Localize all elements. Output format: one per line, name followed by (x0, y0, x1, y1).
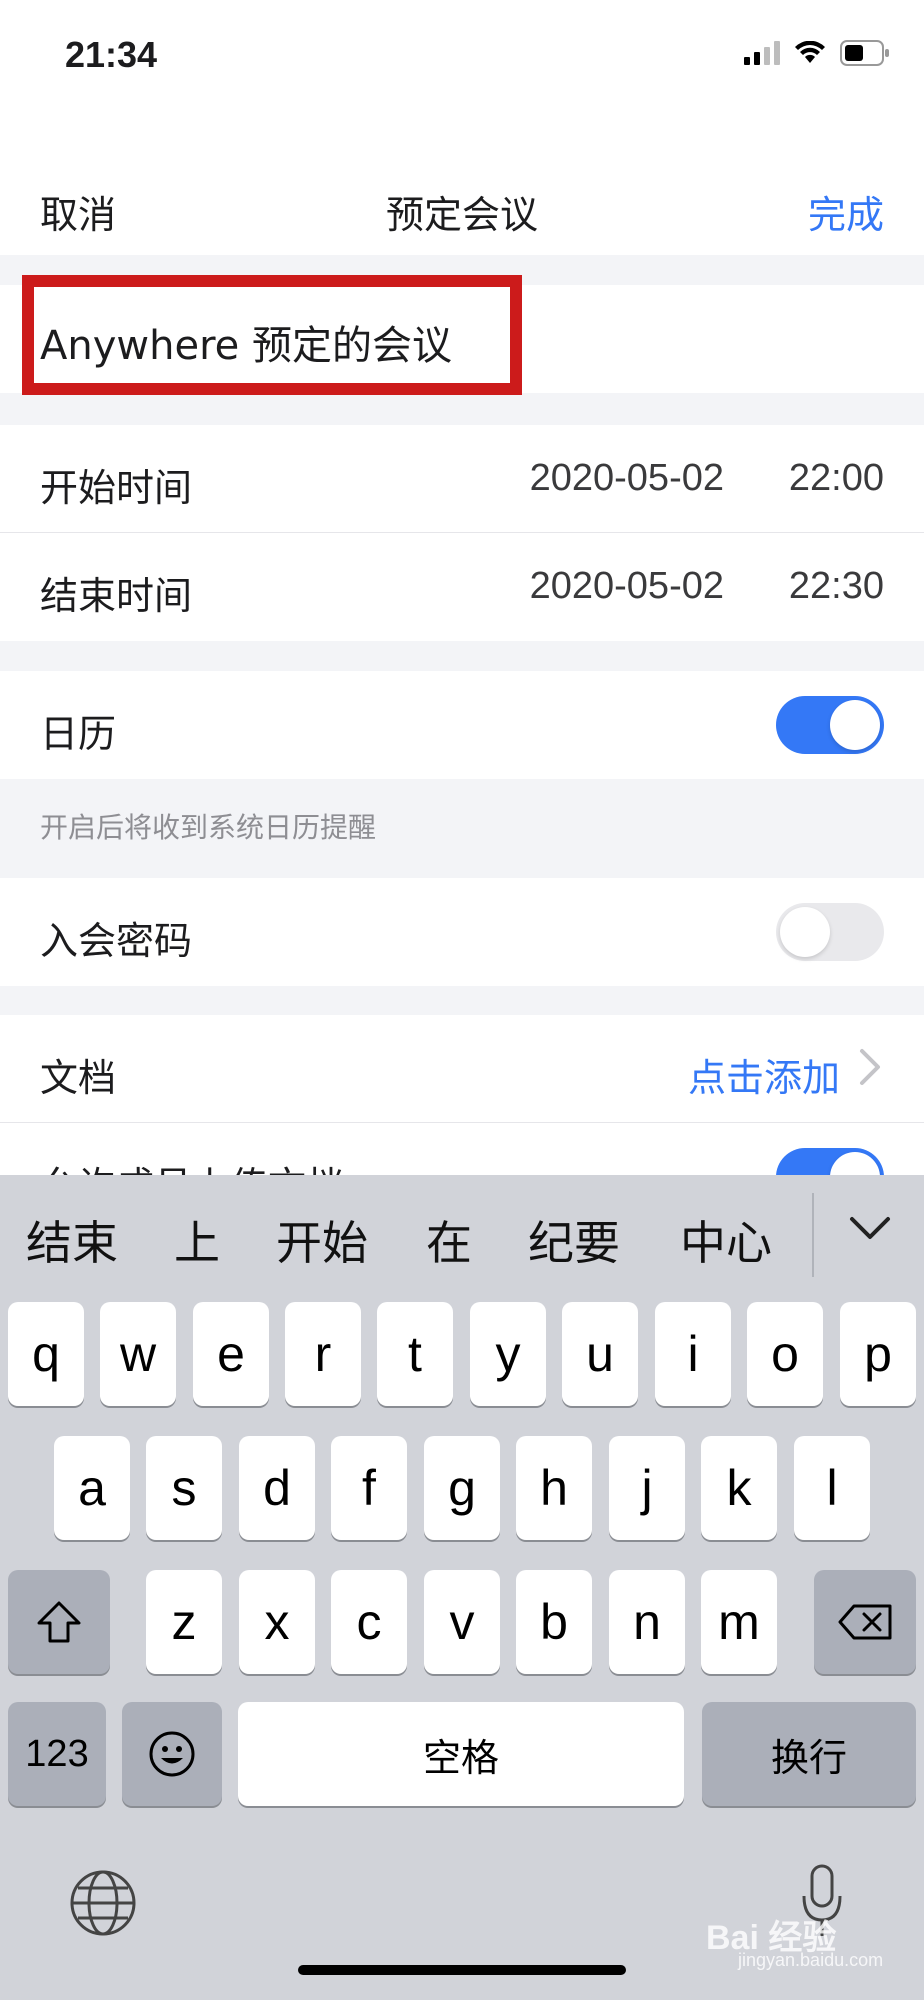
chevron-right-icon (860, 1049, 880, 1085)
shift-icon (37, 1601, 81, 1643)
nav-bar: 取消 预定会议 完成 (0, 120, 924, 255)
key-d[interactable]: d (239, 1436, 315, 1540)
home-indicator (298, 1965, 626, 1975)
start-time-row[interactable]: 开始时间 2020-05-02 22:00 (0, 425, 924, 533)
globe-icon[interactable] (68, 1868, 138, 1938)
candidate-word[interactable]: 上 (174, 1207, 220, 1273)
key-g[interactable]: g (424, 1436, 500, 1540)
shift-key[interactable] (8, 1570, 110, 1674)
annotation-highlight-box (22, 275, 522, 395)
emoji-icon (149, 1731, 195, 1777)
delete-key[interactable] (814, 1570, 916, 1674)
done-button[interactable]: 完成 (808, 184, 884, 239)
baidu-watermark-url: jingyan.baidu.com (738, 1950, 884, 1970)
password-label: 入会密码 (40, 919, 193, 963)
chevron-down-icon[interactable] (848, 1213, 892, 1243)
key-y[interactable]: y (470, 1302, 546, 1406)
calendar-row: 日历 (0, 671, 924, 779)
status-time: 21:34 (65, 34, 158, 75)
end-time-label: 结束时间 (40, 574, 193, 618)
calendar-hint: 开启后将收到系统日历提醒 (40, 811, 377, 844)
key-k[interactable]: k (701, 1436, 777, 1540)
end-time-row[interactable]: 结束时间 2020-05-02 22:30 (0, 533, 924, 641)
documents-label: 文档 (40, 1056, 117, 1100)
candidate-word[interactable]: 在 (426, 1207, 472, 1273)
calendar-toggle[interactable] (776, 696, 884, 754)
key-v[interactable]: v (424, 1570, 500, 1674)
return-key[interactable]: 换行 (702, 1702, 916, 1806)
calendar-label: 日历 (40, 712, 117, 756)
start-time-label: 开始时间 (40, 466, 193, 510)
key-l[interactable]: l (794, 1436, 870, 1540)
status-bar: 21:34 (0, 0, 924, 120)
toggle-knob (780, 907, 830, 957)
key-h[interactable]: h (516, 1436, 592, 1540)
key-q[interactable]: q (8, 1302, 84, 1406)
wifi-icon (795, 41, 825, 63)
key-x[interactable]: x (239, 1570, 315, 1674)
status-icons (744, 40, 890, 66)
key-w[interactable]: w (100, 1302, 176, 1406)
numbers-key[interactable]: 123 (8, 1702, 106, 1806)
key-o[interactable]: o (747, 1302, 823, 1406)
start-date-value[interactable]: 2020-05-02 (530, 457, 724, 500)
key-p[interactable]: p (840, 1302, 916, 1406)
password-row: 入会密码 (0, 878, 924, 986)
add-document-link[interactable]: 点击添加 (688, 1047, 840, 1102)
start-time-value[interactable]: 22:00 (789, 457, 884, 500)
key-e[interactable]: e (193, 1302, 269, 1406)
key-f[interactable]: f (331, 1436, 407, 1540)
candidate-word[interactable]: 中心 (680, 1207, 772, 1273)
toggle-knob (830, 700, 880, 750)
key-i[interactable]: i (655, 1302, 731, 1406)
space-key[interactable]: 空格 (238, 1702, 684, 1806)
time-group: 开始时间 2020-05-02 22:00 结束时间 2020-05-02 22… (0, 425, 924, 641)
candidate-word[interactable]: 开始 (276, 1207, 368, 1273)
key-s[interactable]: s (146, 1436, 222, 1540)
key-t[interactable]: t (377, 1302, 453, 1406)
key-r[interactable]: r (285, 1302, 361, 1406)
candidate-divider (812, 1193, 814, 1277)
key-b[interactable]: b (516, 1570, 592, 1674)
end-date-value[interactable]: 2020-05-02 (530, 565, 724, 608)
candidate-word[interactable]: 结束 (26, 1207, 118, 1273)
calendar-group: 日历 (0, 671, 924, 779)
key-z[interactable]: z (146, 1570, 222, 1674)
backspace-icon (838, 1604, 892, 1640)
password-toggle[interactable] (776, 903, 884, 961)
candidate-word[interactable]: 纪要 (528, 1207, 620, 1273)
signal-icon (744, 41, 780, 65)
key-c[interactable]: c (331, 1570, 407, 1674)
battery-icon (840, 40, 889, 66)
documents-row[interactable]: 文档 点击添加 (0, 1015, 924, 1123)
end-time-value[interactable]: 22:30 (789, 565, 884, 608)
password-group: 入会密码 (0, 878, 924, 986)
key-m[interactable]: m (701, 1570, 777, 1674)
key-u[interactable]: u (562, 1302, 638, 1406)
key-n[interactable]: n (609, 1570, 685, 1674)
key-a[interactable]: a (54, 1436, 130, 1540)
key-j[interactable]: j (609, 1436, 685, 1540)
emoji-key[interactable] (122, 1702, 222, 1806)
page-title: 预定会议 (385, 193, 538, 237)
candidate-bar: 结束 上 开始 在 纪要 中心 (0, 1175, 924, 1293)
